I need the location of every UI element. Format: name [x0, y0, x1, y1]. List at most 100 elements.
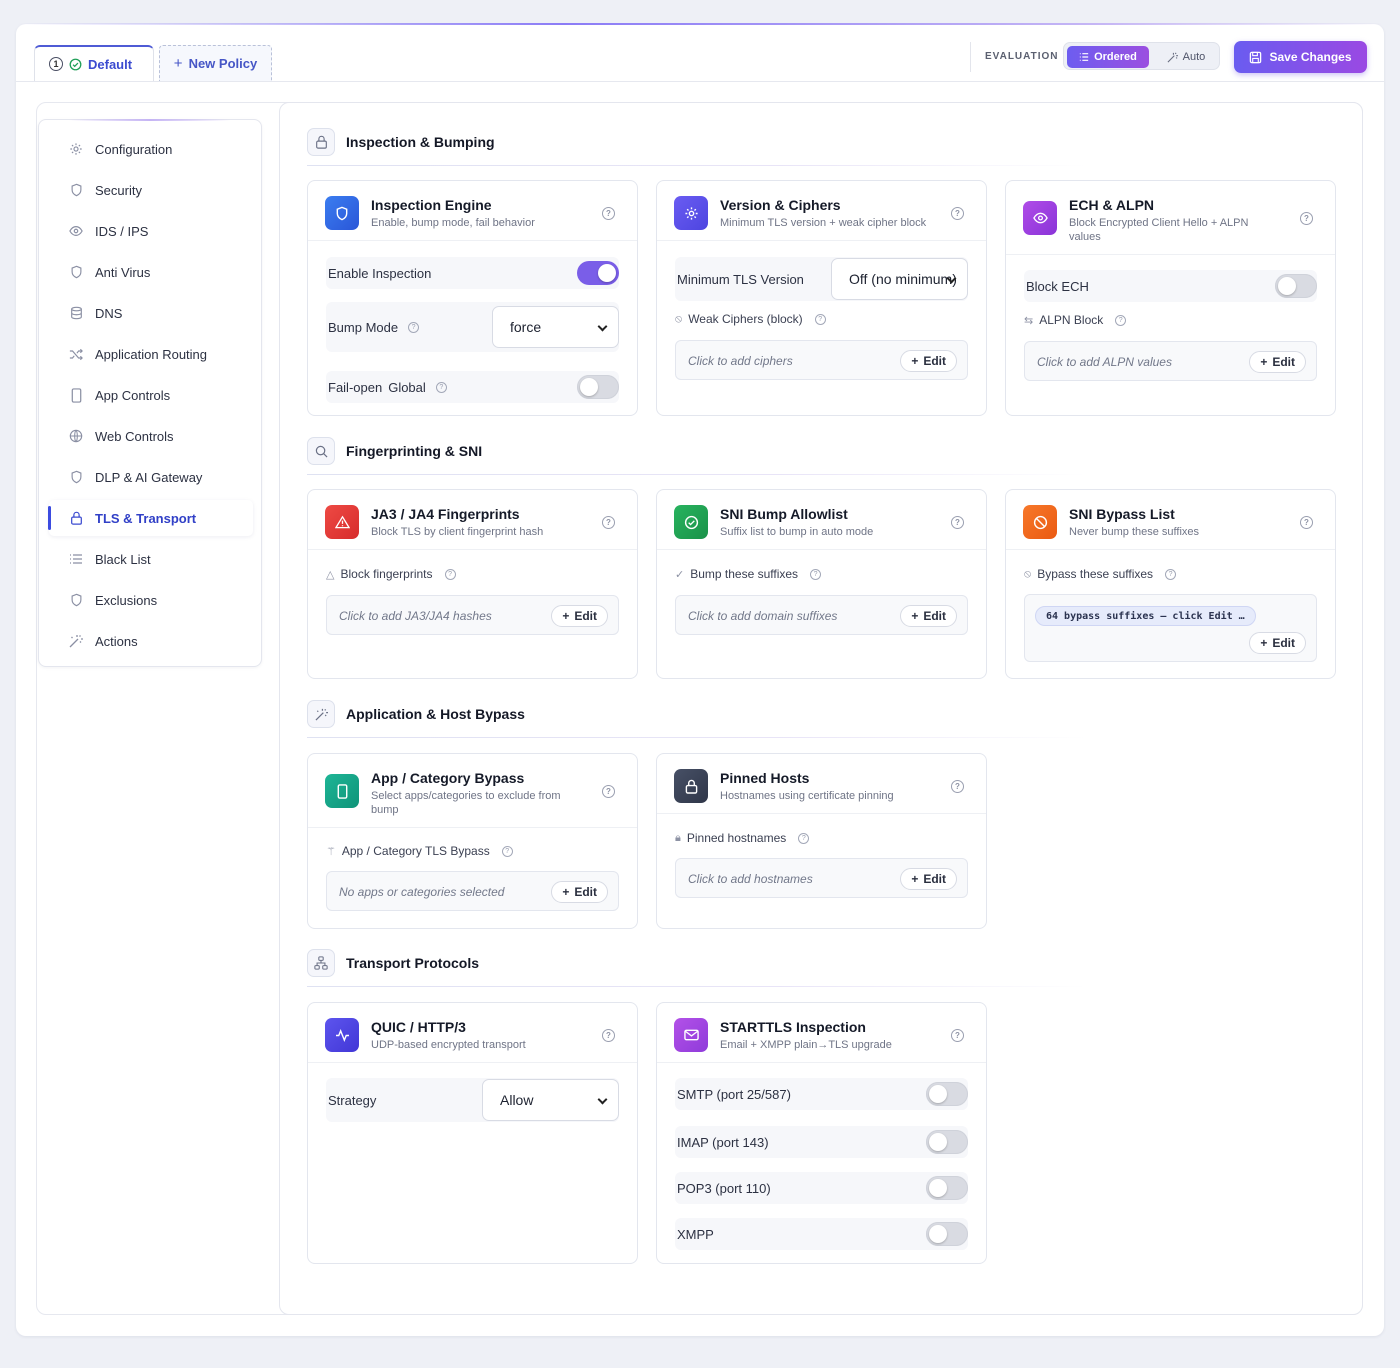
plus-icon: +	[911, 354, 919, 368]
edit-app-bypass-button[interactable]: + Edit	[551, 881, 608, 903]
edit-fingerprints-button[interactable]: + Edit	[551, 605, 608, 627]
divider	[970, 42, 971, 72]
help-icon[interactable]: ?	[1165, 568, 1177, 580]
enable-inspection-toggle[interactable]	[577, 261, 619, 285]
min-tls-select[interactable]: Off (no minimum)	[831, 258, 968, 300]
evaluation-mode-auto[interactable]: Auto	[1156, 46, 1216, 68]
help-icon[interactable]: ?	[501, 845, 513, 857]
sidebar-item-exclusions[interactable]: Exclusions	[49, 582, 253, 618]
new-policy-button[interactable]: + New Policy	[159, 45, 272, 81]
help-icon[interactable]: ?	[951, 1029, 964, 1042]
new-policy-label: New Policy	[188, 56, 258, 71]
help-icon[interactable]: ?	[1300, 212, 1313, 225]
smtp-label: SMTP (port 25/587)	[677, 1086, 791, 1102]
help-icon[interactable]: ?	[951, 207, 964, 220]
bump-suffixes-field[interactable]: Click to add domain suffixes + Edit	[675, 595, 968, 635]
help-icon[interactable]: ?	[435, 381, 447, 393]
section-inspection-bumping: Inspection & Bumping	[307, 127, 495, 157]
block-ech-toggle[interactable]	[1275, 274, 1317, 298]
edit-alpn-button[interactable]: + Edit	[1249, 351, 1306, 373]
edit-label: Edit	[574, 609, 597, 623]
sidebar-item-black-list[interactable]: Black List	[49, 541, 253, 577]
help-icon[interactable]: ?	[798, 832, 810, 844]
sidebar-item-dlp-ai-gateway[interactable]: DLP & AI Gateway	[49, 459, 253, 495]
policy-order-badge: 1	[49, 57, 63, 71]
card-subtitle: Block TLS by client fingerprint hash	[371, 526, 544, 538]
section-title: Fingerprinting & SNI	[346, 443, 483, 459]
ban-icon	[1023, 505, 1057, 539]
help-icon[interactable]: ?	[951, 516, 964, 529]
app-bypass-placeholder: No apps or categories selected	[339, 885, 505, 899]
evaluation-mode-ordered[interactable]: Ordered	[1067, 46, 1149, 68]
app-bypass-field[interactable]: No apps or categories selected + Edit	[326, 871, 619, 911]
alpn-field[interactable]: Click to add ALPN values + Edit	[1024, 341, 1317, 381]
plus-icon: +	[911, 609, 919, 623]
help-icon[interactable]: ?	[602, 785, 615, 798]
smtp-toggle[interactable]	[926, 1082, 968, 1106]
help-icon[interactable]: ?	[810, 568, 822, 580]
help-icon[interactable]: ?	[602, 516, 615, 529]
sidebar-item-tls-transport[interactable]: TLS & Transport	[48, 500, 253, 536]
sidebar-item-actions[interactable]: Actions	[49, 623, 253, 659]
weak-ciphers-field[interactable]: Click to add ciphers + Edit	[675, 340, 968, 380]
edit-pinned-hosts-button[interactable]: + Edit	[900, 868, 957, 890]
card-header: JA3 / JA4 Fingerprints Block TLS by clie…	[308, 490, 637, 550]
sidebar-item-app-controls[interactable]: App Controls	[49, 377, 253, 413]
pop3-toggle[interactable]	[926, 1176, 968, 1200]
tls-transport-content: Inspection & Bumping Inspection Engine E…	[279, 102, 1363, 1315]
sidebar-item-label: IDS / IPS	[95, 223, 149, 239]
bump-mode-row: Bump Mode ? force	[326, 302, 619, 352]
evaluation-mode-toggle: Ordered Auto	[1063, 42, 1220, 70]
bypass-suffixes-label: Bypass these suffixes	[1037, 567, 1154, 581]
sidebar-item-configuration[interactable]: Configuration	[49, 131, 253, 167]
edit-label: Edit	[923, 872, 946, 886]
gear-icon	[674, 196, 708, 230]
evaluation-label: EVALUATION	[985, 51, 1059, 62]
weak-ciphers-placeholder: Click to add ciphers	[688, 354, 793, 368]
bypass-suffixes-chip[interactable]: 64 bypass suffixes — click Edit …	[1035, 606, 1256, 626]
sidebar-item-web-controls[interactable]: Web Controls	[49, 418, 253, 454]
section-transport-protocols: Transport Protocols	[307, 948, 479, 978]
edit-bypass-suffixes-button[interactable]: + Edit	[1249, 632, 1306, 654]
edit-label: Edit	[1272, 636, 1295, 650]
help-icon[interactable]: ?	[951, 780, 964, 793]
help-icon[interactable]: ?	[444, 568, 456, 580]
edit-ciphers-button[interactable]: + Edit	[900, 350, 957, 372]
edit-label: Edit	[923, 354, 946, 368]
fail-open-toggle[interactable]	[577, 375, 619, 399]
help-icon[interactable]: ?	[408, 321, 420, 333]
help-icon[interactable]: ?	[602, 1029, 615, 1042]
fingerprints-placeholder: Click to add JA3/JA4 hashes	[339, 609, 492, 623]
pinned-hostnames-label-row: 🔒︎ Pinned hostnames ?	[675, 831, 810, 845]
xmpp-toggle[interactable]	[926, 1222, 968, 1246]
pinned-hostnames-field[interactable]: Click to add hostnames + Edit	[675, 858, 968, 898]
card-subtitle: Minimum TLS version + weak cipher block	[720, 217, 927, 229]
sidebar-item-ids-ips[interactable]: IDS / IPS	[49, 213, 253, 249]
app-bypass-label: App / Category TLS Bypass	[341, 844, 490, 858]
plus-icon: +	[173, 55, 183, 72]
ja3-ja4-card: JA3 / JA4 Fingerprints Block TLS by clie…	[307, 489, 638, 679]
sidebar-item-security[interactable]: Security	[49, 172, 253, 208]
strategy-select[interactable]: Allow	[482, 1079, 619, 1121]
tab-default-policy[interactable]: 1 Default	[34, 45, 154, 81]
edit-bump-suffixes-button[interactable]: + Edit	[900, 605, 957, 627]
help-icon[interactable]: ?	[602, 207, 615, 220]
bump-mode-select[interactable]: force	[492, 306, 619, 348]
sidebar-item-dns[interactable]: DNS	[49, 295, 253, 331]
sidebar-item-anti-virus[interactable]: Anti Virus	[49, 254, 253, 290]
imap-toggle[interactable]	[926, 1130, 968, 1154]
help-icon[interactable]: ?	[1300, 516, 1313, 529]
weak-ciphers-label-row: ⦸ Weak Ciphers (block) ?	[675, 312, 826, 326]
help-icon[interactable]: ?	[814, 313, 826, 325]
shield-icon	[69, 470, 83, 484]
sidebar-item-label: Black List	[95, 551, 151, 567]
bypass-suffixes-field[interactable]: 64 bypass suffixes — click Edit … + Edit	[1024, 594, 1317, 662]
enable-inspection-row: Enable Inspection	[326, 257, 619, 289]
sidebar-item-application-routing[interactable]: Application Routing	[49, 336, 253, 372]
help-icon[interactable]: ?	[1115, 314, 1127, 326]
sni-bump-allowlist-card: SNI Bump Allowlist Suffix list to bump i…	[656, 489, 987, 679]
eye-icon	[69, 224, 83, 238]
save-changes-button[interactable]: Save Changes	[1234, 41, 1367, 73]
fingerprints-field[interactable]: Click to add JA3/JA4 hashes + Edit	[326, 595, 619, 635]
card-header: SNI Bump Allowlist Suffix list to bump i…	[657, 490, 986, 550]
